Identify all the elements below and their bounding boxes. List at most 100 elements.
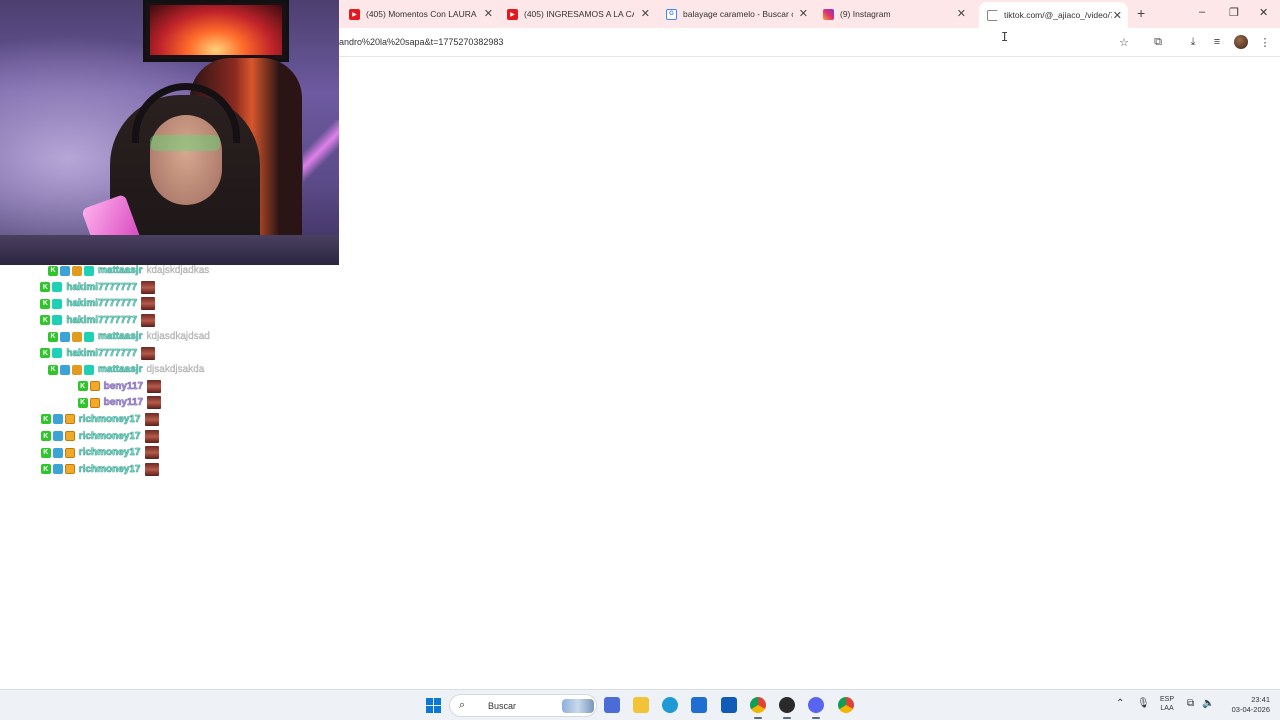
network-icon[interactable]: ⧉ bbox=[1187, 698, 1194, 709]
close-window-button[interactable]: ✕ bbox=[1259, 6, 1268, 19]
instagram-icon bbox=[823, 8, 834, 20]
emote-icon bbox=[147, 396, 162, 410]
chat-username: hakimi7777777 bbox=[66, 298, 138, 310]
media-control-icon[interactable]: ≡ bbox=[1210, 35, 1224, 49]
search-icon: ⌕ bbox=[459, 699, 466, 711]
file-explorer-icon[interactable] bbox=[633, 697, 649, 713]
new-tab-button[interactable]: + bbox=[1137, 5, 1145, 21]
kick-badge-icon: K bbox=[48, 331, 58, 342]
tab-title: tiktok.com/@_ajiaco_/video/75 bbox=[1004, 10, 1112, 20]
star-icon[interactable]: ☆ bbox=[1117, 35, 1131, 49]
verified-badge-icon bbox=[52, 431, 63, 441]
close-tab-icon[interactable]: ✕ bbox=[1113, 9, 1122, 22]
kick-badge-icon: K bbox=[48, 265, 58, 276]
tab-youtube-ingresamos[interactable]: ▶ (405) INGRESAMOS A LA CÁRC ✕ bbox=[507, 4, 650, 24]
text-cursor-icon: I bbox=[1001, 30, 1009, 44]
tv-screen bbox=[143, 0, 289, 62]
verified-badge-icon bbox=[60, 331, 70, 342]
sub-badge-icon bbox=[52, 315, 63, 326]
lang-top: ESP bbox=[1160, 696, 1175, 703]
sub-badge-icon bbox=[52, 282, 63, 293]
taskbar: ⌕ Buscar ⌃ 🎙 ESP LAA ⧉ 🔈 23:41 03-04-202… bbox=[0, 689, 1280, 720]
close-tab-icon[interactable]: ✕ bbox=[484, 7, 493, 20]
desk bbox=[0, 235, 339, 265]
tab-title: (405) INGRESAMOS A LA CÁRC bbox=[524, 9, 634, 19]
more-menu-icon[interactable]: ⋮ bbox=[1258, 35, 1272, 49]
chat-username: hakimi7777777 bbox=[66, 281, 138, 293]
crown-badge-icon bbox=[72, 265, 82, 276]
chrome-icon[interactable] bbox=[750, 697, 766, 719]
taskbar-search[interactable]: ⌕ Buscar bbox=[449, 694, 597, 717]
youtube-icon: ▶ bbox=[349, 8, 360, 20]
minimize-button[interactable]: – bbox=[1199, 6, 1205, 18]
verified-badge-icon bbox=[52, 447, 63, 458]
widgets-icon[interactable] bbox=[604, 697, 620, 713]
verified-badge-icon bbox=[60, 364, 70, 375]
volume-icon[interactable]: 🔈 bbox=[1202, 698, 1214, 709]
tray-chevron-icon[interactable]: ⌃ bbox=[1116, 698, 1124, 709]
chat-message: Kmattaasjr djsakdjsakda bbox=[48, 362, 204, 377]
chat-username: richmoney17 bbox=[78, 413, 141, 425]
tab-title: (9) Instagram bbox=[840, 9, 891, 19]
language-indicator[interactable]: ESP LAA bbox=[1160, 695, 1174, 713]
verified-badge-icon bbox=[52, 414, 63, 425]
gift-badge-icon bbox=[64, 431, 75, 441]
windows-start-icon[interactable] bbox=[426, 698, 441, 713]
chat-message: Kmattaasjr kdajskdjadkas bbox=[48, 263, 209, 278]
verified-badge-icon bbox=[60, 265, 70, 276]
clock-date: 03-04-2026 bbox=[1231, 705, 1270, 714]
sub-badge-icon bbox=[52, 348, 63, 359]
tab-instagram[interactable]: (9) Instagram ✕ bbox=[823, 4, 966, 24]
chrome-alt-icon[interactable] bbox=[838, 697, 854, 713]
profile-avatar[interactable] bbox=[1234, 35, 1248, 49]
restore-button[interactable]: ❐ bbox=[1229, 6, 1239, 19]
chat-text: kdjasdkajdsad bbox=[146, 331, 210, 343]
emote-icon bbox=[141, 297, 156, 311]
obs-icon[interactable] bbox=[779, 697, 795, 719]
tab-title: (405) Momentos Con LAURA R bbox=[366, 9, 478, 19]
chat-message: Kbeny117 bbox=[77, 379, 162, 394]
edge-icon[interactable] bbox=[662, 697, 678, 713]
sub-badge-icon bbox=[84, 265, 94, 276]
kick-badge-icon: K bbox=[40, 348, 51, 359]
outlook-icon[interactable] bbox=[721, 697, 737, 713]
close-tab-icon[interactable]: ✕ bbox=[799, 7, 808, 20]
download-icon[interactable]: ⤓ bbox=[1186, 35, 1200, 49]
chat-message: Kmattaasjr kdjasdkajdsad bbox=[48, 329, 210, 344]
tab-youtube-momentos[interactable]: ▶ (405) Momentos Con LAURA R ✕ bbox=[349, 4, 493, 24]
tab-tiktok-active[interactable]: tiktok.com/@_ajiaco_/video/75 ✕ bbox=[979, 2, 1128, 28]
discord-icon[interactable] bbox=[808, 697, 824, 719]
emote-icon bbox=[144, 446, 159, 460]
chat-message: Krichmoney17 bbox=[40, 412, 159, 427]
close-tab-icon[interactable]: ✕ bbox=[957, 7, 966, 20]
extensions-icon[interactable]: ⧉ bbox=[1151, 35, 1165, 49]
microphone-icon[interactable]: 🎙 bbox=[1137, 698, 1150, 709]
gift-badge-icon bbox=[89, 381, 100, 392]
chat-message: Khakimi7777777 bbox=[40, 296, 156, 311]
chat-text: kdajskdjadkas bbox=[146, 265, 210, 276]
gift-badge-icon bbox=[89, 397, 100, 408]
verified-badge-icon bbox=[52, 464, 63, 475]
kick-badge-icon: K bbox=[40, 315, 51, 326]
emote-icon bbox=[141, 313, 156, 327]
loading-spinner-icon bbox=[987, 9, 998, 21]
kick-badge-icon: K bbox=[40, 282, 51, 293]
fireplace-video bbox=[150, 5, 282, 55]
kick-badge-icon: K bbox=[77, 397, 88, 408]
chat-message: Krichmoney17 bbox=[40, 462, 159, 477]
store-icon[interactable] bbox=[691, 697, 707, 713]
emote-icon bbox=[141, 346, 156, 360]
emote-icon bbox=[147, 379, 162, 393]
emote-icon bbox=[144, 462, 159, 476]
chat-message: Krichmoney17 bbox=[40, 445, 159, 460]
tab-google-search[interactable]: G balayage caramelo - Buscar co ✕ bbox=[666, 4, 808, 24]
screen: ▶ (405) Momentos Con LAURA R ✕ ▶ (405) I… bbox=[0, 0, 1280, 720]
clock[interactable]: 23:41 03-04-2026 bbox=[1224, 695, 1270, 715]
kick-badge-icon: K bbox=[40, 298, 51, 309]
chat-username: beny117 bbox=[103, 380, 144, 392]
chat-username: mattaasjr bbox=[98, 364, 143, 376]
address-bar[interactable]: andro%20la%20sapa&t=1775270382983 bbox=[339, 37, 503, 47]
search-highlight-icon bbox=[562, 699, 594, 713]
close-tab-icon[interactable]: ✕ bbox=[641, 7, 650, 20]
sub-badge-icon bbox=[84, 364, 94, 375]
